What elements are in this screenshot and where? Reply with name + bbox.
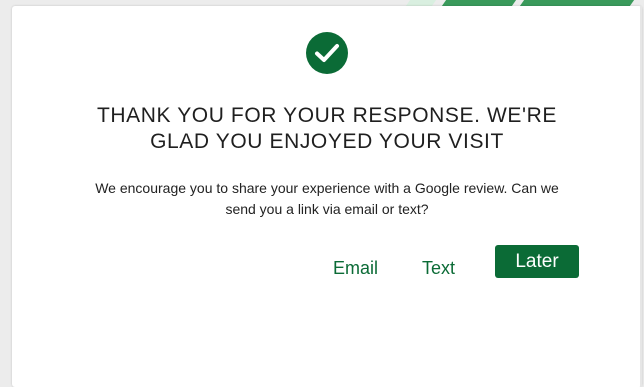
dialog-title: THANK YOU FOR YOUR RESPONSE. WE'RE GLAD …: [52, 103, 602, 155]
dialog-title-line: GLAD YOU ENJOYED YOUR VISIT: [150, 130, 504, 153]
check-circle-icon: [306, 32, 348, 74]
feedback-thank-you-dialog: THANK YOU FOR YOUR RESPONSE. WE'RE GLAD …: [12, 6, 642, 387]
dialog-message: We encourage you to share your experienc…: [52, 178, 602, 220]
dialog-title-line: THANK YOU FOR YOUR RESPONSE. WE'RE: [96, 104, 558, 127]
dialog-message-line: send you a link via email or text?: [225, 201, 429, 217]
email-button[interactable]: Email: [333, 254, 378, 282]
dialog-message-line: We encourage you to share your experienc…: [95, 180, 559, 196]
later-button[interactable]: Later: [495, 245, 579, 278]
text-button[interactable]: Text: [422, 254, 455, 282]
